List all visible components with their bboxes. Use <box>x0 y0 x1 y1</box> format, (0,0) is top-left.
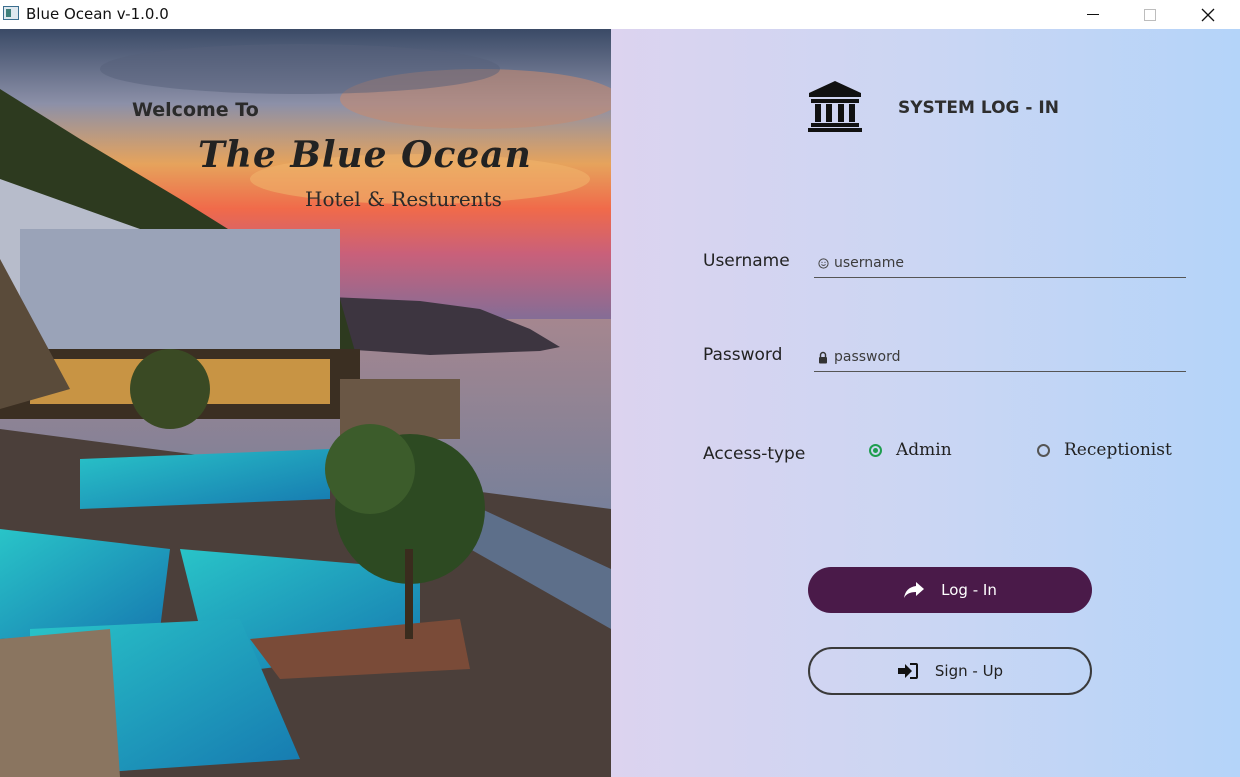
sign-in-icon <box>897 663 918 679</box>
close-button[interactable] <box>1179 0 1237 29</box>
signup-button[interactable]: Sign - Up <box>808 647 1092 695</box>
window-titlebar: Blue Ocean v-1.0.0 <box>0 0 1240 30</box>
bank-icon <box>808 81 862 132</box>
radio-unchecked-icon <box>1037 443 1050 457</box>
radio-admin[interactable]: Admin <box>869 440 952 460</box>
brand-name: The Blue Ocean <box>198 134 532 176</box>
minimize-icon <box>1087 13 1099 15</box>
access-type-label: Access-type <box>703 444 806 464</box>
username-field <box>814 247 1186 278</box>
radio-admin-label: Admin <box>896 440 952 460</box>
welcome-text: Welcome To <box>132 99 259 121</box>
login-panel: SYSTEM LOG - IN Username Password Access… <box>611 29 1240 777</box>
username-label: Username <box>703 251 790 271</box>
minimize-button[interactable] <box>1064 0 1122 29</box>
username-input[interactable] <box>832 251 1181 275</box>
login-title: SYSTEM LOG - IN <box>898 98 1059 118</box>
radio-receptionist-label: Receptionist <box>1064 440 1172 460</box>
maximize-icon <box>1144 8 1156 21</box>
login-button[interactable]: Log - In <box>808 567 1092 613</box>
app-icon <box>3 6 19 20</box>
signup-button-label: Sign - Up <box>934 662 1004 680</box>
password-label: Password <box>703 345 783 365</box>
window-title: Blue Ocean v-1.0.0 <box>26 5 169 23</box>
user-circle-icon <box>816 256 830 270</box>
brand-subtitle: Hotel & Resturents <box>305 187 502 211</box>
close-icon <box>1201 8 1215 21</box>
password-input[interactable] <box>832 345 1181 369</box>
lock-icon <box>816 350 830 364</box>
maximize-button[interactable] <box>1121 0 1179 29</box>
radio-checked-icon <box>869 443 882 457</box>
radio-receptionist[interactable]: Receptionist <box>1037 440 1172 460</box>
login-button-label: Log - In <box>941 581 997 599</box>
hero-image: Welcome To The Blue Ocean Hotel & Restur… <box>0 29 611 777</box>
share-arrow-icon <box>904 582 925 598</box>
password-field <box>814 341 1186 372</box>
